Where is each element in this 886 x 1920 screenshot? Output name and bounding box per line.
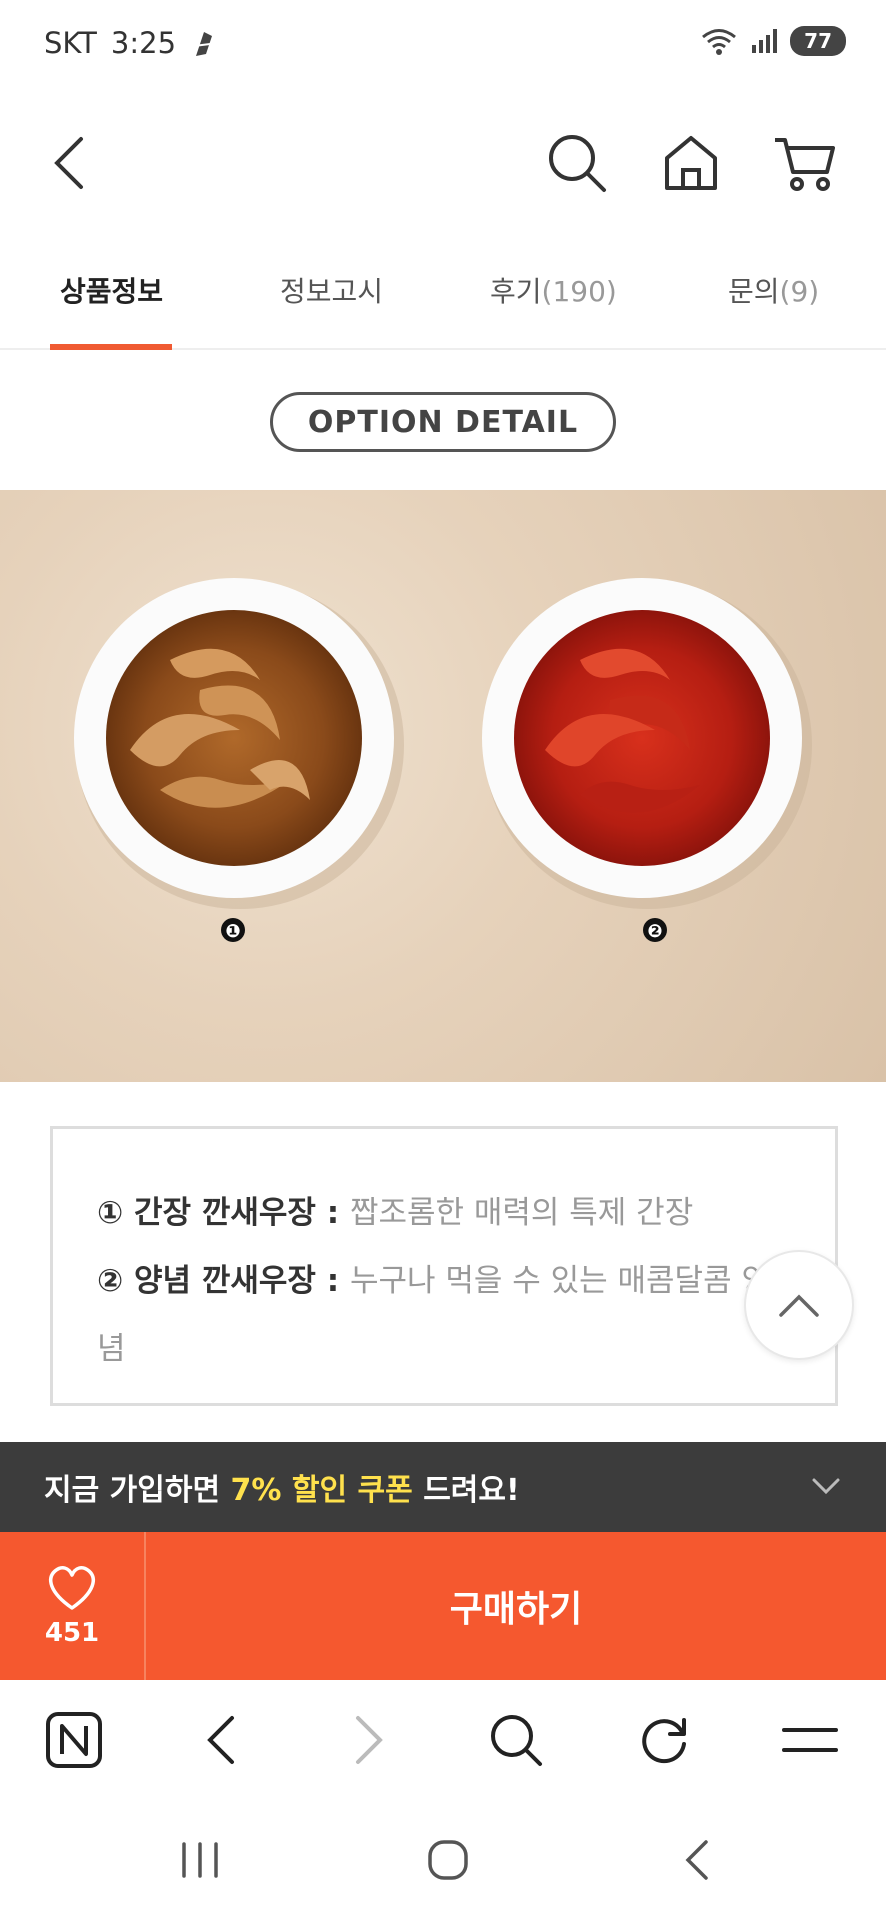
recent-apps-button[interactable]: [160, 1822, 240, 1898]
chevron-up-icon: [779, 1294, 819, 1317]
cart-icon: [775, 138, 835, 191]
signal-icon: [752, 29, 778, 53]
option-info-line: ① 간장 깐새우장 : 짭조롬한 매력의 특제 간장: [97, 1179, 791, 1247]
home-nav-button[interactable]: [408, 1822, 488, 1898]
tab-reviews[interactable]: 후기(190): [490, 270, 617, 310]
menu-icon: [782, 1728, 838, 1752]
wish-count: 451: [44, 1618, 100, 1648]
search-button[interactable]: [542, 128, 612, 198]
option-info-line: ② 양념 깐새우장 : 누구나 먹을 수 있는 매콤달콤 양념: [97, 1247, 791, 1383]
back-nav-button[interactable]: [656, 1822, 736, 1898]
marker-1: ❶: [225, 921, 240, 942]
tab-label: 정보고시: [280, 275, 384, 308]
wifi-icon: [702, 29, 737, 55]
coupon-text-suffix: 드려요!: [423, 1473, 520, 1508]
home-icon: [665, 136, 717, 190]
tab-notice[interactable]: 정보고시: [280, 270, 383, 310]
app-header: [0, 110, 886, 220]
option-desc: 짭조롬한 매력의 특제 간장: [349, 1195, 694, 1231]
cart-button[interactable]: [770, 128, 840, 198]
naver-icon: [46, 1712, 102, 1768]
tab-product-info[interactable]: 상품정보: [60, 270, 163, 310]
back-icon: [54, 137, 83, 189]
browser-forward-button[interactable]: [330, 1700, 410, 1780]
chevron-down-icon[interactable]: [806, 1466, 846, 1506]
active-tab-indicator: [50, 344, 172, 350]
coupon-banner[interactable]: 지금 가입하면 7% 할인 쿠폰 드려요!: [0, 1442, 886, 1532]
system-nav-bar: [0, 1800, 886, 1920]
status-left: SKT 3:25: [44, 26, 216, 60]
browser-back-button[interactable]: [180, 1700, 260, 1780]
coupon-highlight: 7% 할인 쿠폰: [230, 1473, 413, 1508]
refresh-icon: [642, 1718, 686, 1764]
option-info-box: ① 간장 깐새우장 : 짭조롬한 매력의 특제 간장 ② 양념 깐새우장 : 누…: [50, 1126, 838, 1406]
tab-count: (190): [541, 275, 617, 308]
product-photo: ❶ ❷: [74, 578, 812, 942]
purchase-bar: 451 구매하기: [0, 1532, 886, 1680]
clock: 3:25: [110, 26, 177, 60]
search-icon: [491, 1715, 542, 1766]
carrier-label: SKT: [44, 26, 97, 60]
browser-menu-button[interactable]: [770, 1700, 850, 1780]
product-image: ❶ ❷: [0, 490, 886, 1082]
browser-toolbar: [0, 1680, 886, 1800]
option-label: ① 간장 깐새우장 :: [97, 1195, 350, 1231]
home-nav-icon: [428, 1840, 468, 1880]
option-label: ② 양념 깐새우장 :: [97, 1263, 350, 1299]
naver-home-button[interactable]: [34, 1700, 114, 1780]
coupon-text-prefix: 지금 가입하면: [44, 1473, 221, 1508]
tab-inquiries[interactable]: 문의(9): [728, 270, 819, 310]
home-button[interactable]: [656, 128, 726, 198]
notification-icon: [193, 32, 213, 56]
status-right: 77: [700, 26, 846, 56]
tab-count: (9): [779, 275, 820, 308]
recent-apps-icon: [182, 1842, 218, 1878]
status-bar: SKT 3:25 77: [0, 0, 886, 90]
option-detail-label: OPTION DETAIL: [270, 392, 616, 452]
battery-indicator: 77: [790, 26, 846, 56]
tab-label: 후기: [490, 275, 542, 308]
heart-icon: [49, 1566, 95, 1610]
browser-search-button[interactable]: [476, 1700, 556, 1780]
search-icon: [549, 135, 606, 192]
tab-label: 상품정보: [60, 275, 164, 308]
marker-2: ❷: [647, 921, 662, 942]
product-tabs: 상품정보 정보고시 후기(190) 문의(9): [0, 240, 886, 350]
scroll-top-button[interactable]: [744, 1250, 854, 1360]
tab-label: 문의: [728, 275, 780, 308]
back-button[interactable]: [34, 128, 104, 198]
wishlist-button[interactable]: 451: [0, 1532, 146, 1680]
back-icon: [207, 1716, 234, 1764]
buy-button[interactable]: 구매하기: [146, 1532, 886, 1680]
back-nav-icon: [685, 1840, 708, 1880]
refresh-button[interactable]: [624, 1700, 704, 1780]
forward-icon: [356, 1716, 383, 1764]
